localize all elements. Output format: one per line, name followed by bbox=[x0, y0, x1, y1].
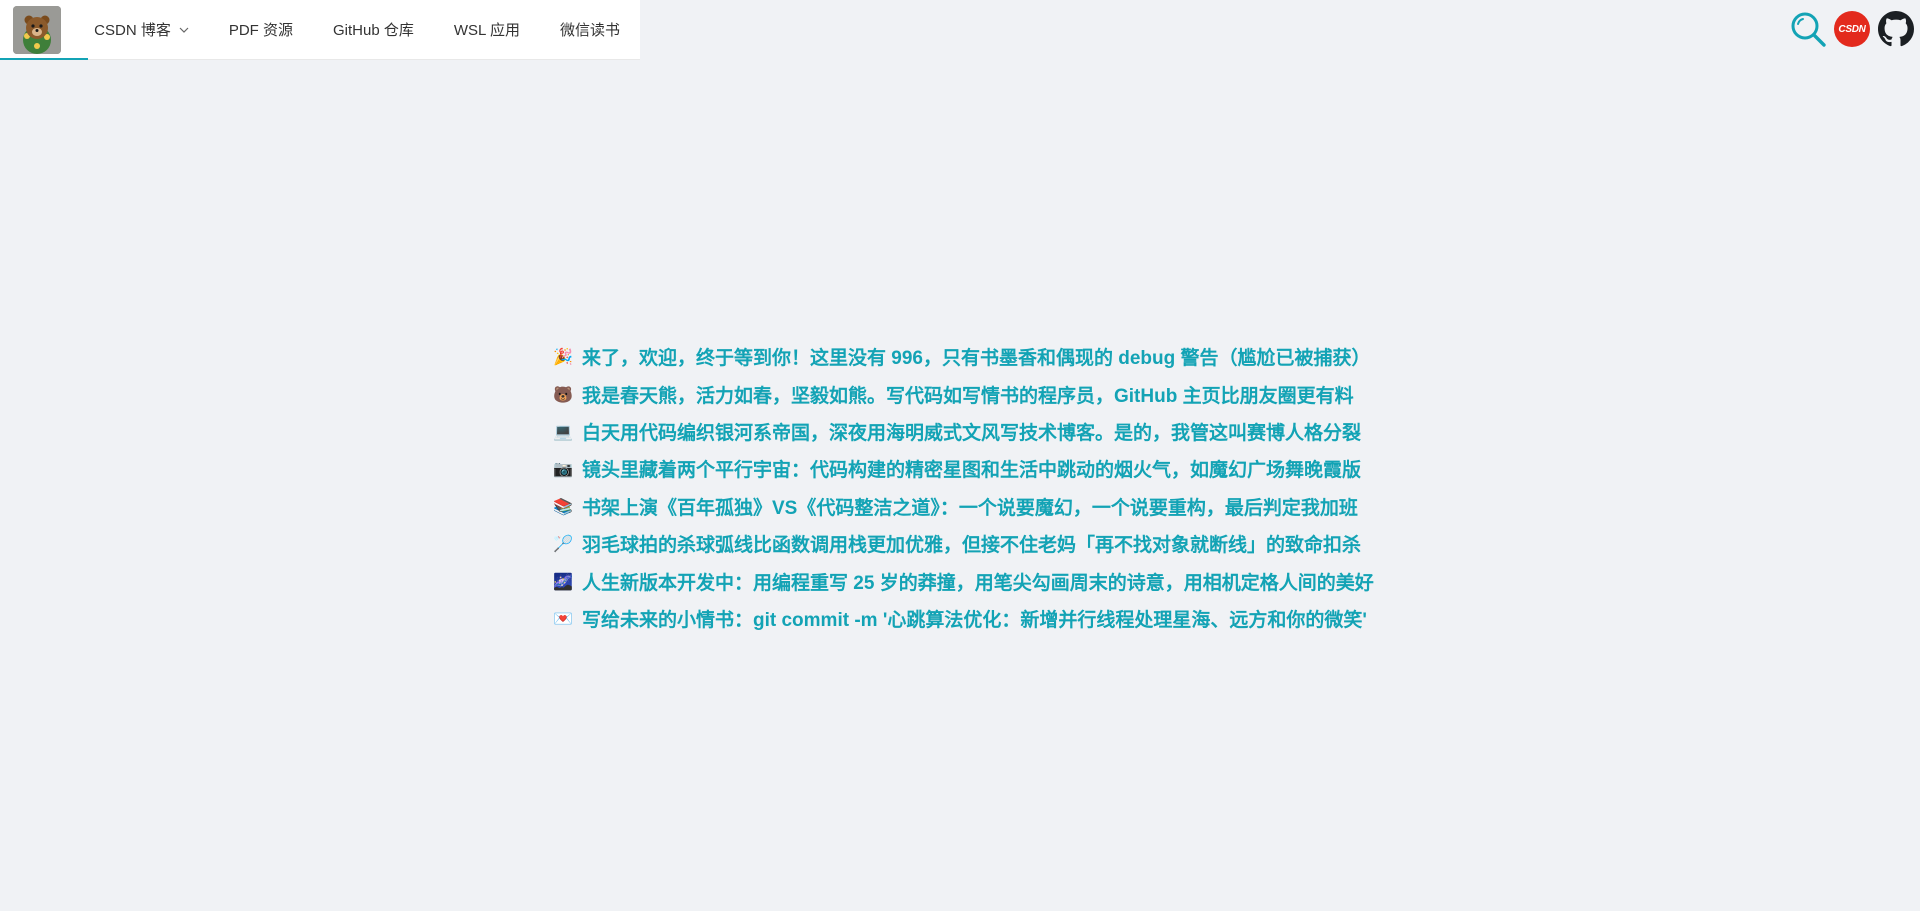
intro-line-text: 写给未来的小情书：git commit -m '心跳算法优化：新增并行线程处理星… bbox=[582, 609, 1367, 631]
intro-line: 💌 写给未来的小情书：git commit -m '心跳算法优化：新增并行线程处… bbox=[552, 600, 1374, 637]
csdn-link[interactable]: CSDN bbox=[1832, 9, 1872, 49]
intro-line-text: 羽毛球拍的杀球弧线比函数调用栈更加优雅，但接不住老妈「再不找对象就断线」的致命扣… bbox=[582, 535, 1362, 557]
nav-item-label: PDF 资源 bbox=[228, 22, 293, 39]
intro-line: 💻 白天用代码编织银河系帝国，深夜用海明威式文风写技术博客。是的，我管这叫赛博人… bbox=[552, 413, 1374, 450]
header-actions: CSDN bbox=[1788, 8, 1920, 50]
nav-item-github-repo[interactable]: GitHub 仓库 bbox=[313, 0, 434, 59]
nav-item-label: CSDN 博客 bbox=[94, 22, 171, 39]
badminton-icon: 🏸 bbox=[553, 534, 573, 554]
avatar[interactable] bbox=[13, 5, 62, 54]
search-button[interactable] bbox=[1788, 9, 1828, 49]
intro-line: 🎉 来了，欢迎，终于等到你！这里没有 996，只有书墨香和偶现的 debug 警… bbox=[552, 338, 1374, 375]
nav-menu: CSDN 博客 PDF 资源 GitHub 仓库 WSL 应用 微信读书 bbox=[0, 0, 640, 60]
camera-icon: 📷 bbox=[553, 459, 573, 479]
party-popper-icon: 🎉 bbox=[553, 347, 573, 367]
csdn-icon-label: CSDN bbox=[1838, 23, 1866, 35]
nav-item-csdn-blog[interactable]: CSDN 博客 bbox=[74, 0, 209, 59]
intro-line: 🐻 我是春天熊，活力如春，坚毅如熊。写代码如写情书的程序员，GitHub 主页比… bbox=[552, 375, 1374, 412]
intro-line-text: 书架上演《百年孤独》VS《代码整洁之道》：一个说要魔幻，一个说要重构，最后判定我… bbox=[582, 497, 1358, 519]
avatar-bear-icon bbox=[13, 5, 62, 54]
love-letter-icon: 💌 bbox=[553, 608, 573, 628]
bear-icon: 🐻 bbox=[553, 384, 573, 404]
nav-item-weread[interactable]: 微信读书 bbox=[540, 0, 640, 59]
intro-line: 🌌 人生新版本开发中：用编程重写 25 岁的莽撞，用笔尖勾画周末的诗意，用相机定… bbox=[552, 562, 1374, 599]
intro-line-text: 人生新版本开发中：用编程重写 25 岁的莽撞，用笔尖勾画周末的诗意，用相机定格人… bbox=[582, 572, 1374, 594]
nav-item-wsl-apps[interactable]: WSL 应用 bbox=[434, 0, 540, 59]
intro-line-text: 我是春天熊，活力如春，坚毅如熊。写代码如写情书的程序员，GitHub 主页比朋友… bbox=[582, 385, 1354, 407]
intro-line-text: 白天用代码编织银河系帝国，深夜用海明威式文风写技术博客。是的，我管这叫赛博人格分… bbox=[582, 422, 1362, 444]
nav-item-pdf-resources[interactable]: PDF 资源 bbox=[209, 0, 313, 59]
home-logo-link[interactable] bbox=[0, 0, 89, 60]
milky-way-icon: 🌌 bbox=[553, 571, 573, 591]
intro-line: 🏸 羽毛球拍的杀球弧线比函数调用栈更加优雅，但接不住老妈「再不找对象就断线」的致… bbox=[552, 525, 1374, 562]
laptop-icon: 💻 bbox=[553, 421, 573, 441]
intro-line-text: 来了，欢迎，终于等到你！这里没有 996，只有书墨香和偶现的 debug 警告（… bbox=[582, 348, 1371, 370]
nav-item-label: GitHub 仓库 bbox=[333, 22, 414, 39]
nav-item-label: 微信读书 bbox=[559, 22, 620, 39]
intro-line: 📷 镜头里藏着两个平行宇宙：代码构建的精密星图和生活中跳动的烟火气，如魔幻广场舞… bbox=[552, 450, 1374, 487]
chevron-down-icon bbox=[179, 25, 189, 35]
top-navigation-bar: CSDN 博客 PDF 资源 GitHub 仓库 WSL 应用 微信读书 CSD… bbox=[0, 0, 1920, 60]
csdn-icon: CSDN bbox=[1834, 11, 1870, 47]
search-icon bbox=[1791, 12, 1826, 47]
books-icon: 📚 bbox=[553, 496, 573, 516]
intro-text-block: 🎉 来了，欢迎，终于等到你！这里没有 996，只有书墨香和偶现的 debug 警… bbox=[552, 338, 1374, 637]
github-icon bbox=[1878, 11, 1914, 47]
github-link[interactable] bbox=[1876, 9, 1916, 49]
intro-line: 📚 书架上演《百年孤独》VS《代码整洁之道》：一个说要魔幻，一个说要重构，最后判… bbox=[552, 488, 1374, 525]
nav-item-label: WSL 应用 bbox=[453, 22, 520, 39]
intro-line-text: 镜头里藏着两个平行宇宙：代码构建的精密星图和生活中跳动的烟火气，如魔幻广场舞晚霞… bbox=[582, 460, 1362, 482]
